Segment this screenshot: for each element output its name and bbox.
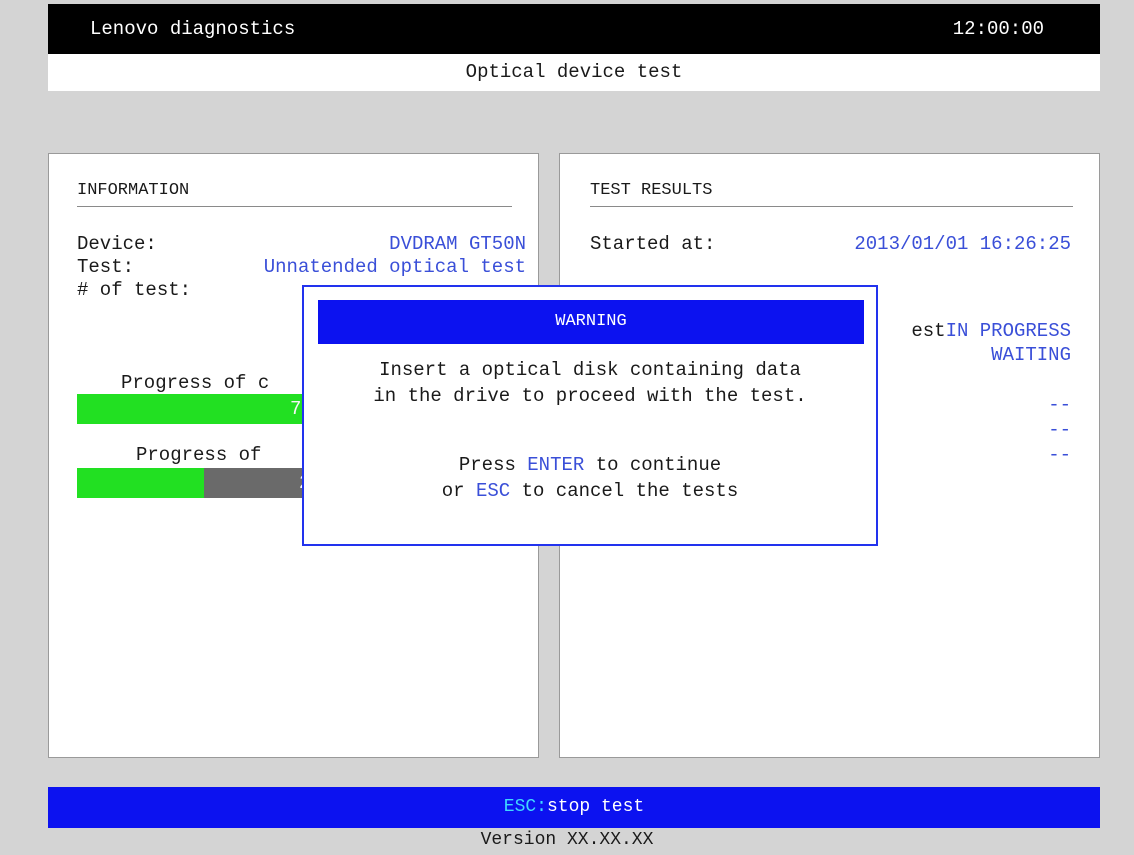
num-test-label: # of test:: [77, 279, 192, 301]
press-enter-instruction: Press ENTER to continue: [304, 454, 876, 476]
esc-key[interactable]: ESC: [476, 480, 510, 502]
device-row: Device: DVDRAM GT50N: [77, 233, 526, 255]
warning-title: WARNING: [318, 300, 864, 344]
footer-bar[interactable]: ESC:stop test: [48, 787, 1100, 828]
footer-esc-key[interactable]: ESC:: [504, 797, 547, 817]
test-results-heading: TEST RESULTS: [590, 181, 1073, 207]
app-title: Lenovo diagnostics: [90, 18, 296, 40]
result-row-1-label: est: [911, 320, 946, 342]
device-label: Device:: [77, 233, 157, 255]
clock: 12:00:00: [952, 18, 1044, 40]
test-value: Unnatended optical test: [263, 256, 526, 278]
or-prefix: or: [441, 480, 476, 502]
test-row: Test: Unnatended optical test: [77, 256, 526, 278]
result-dash-1: --: [1048, 394, 1071, 416]
progress1-label: Progress of c: [121, 372, 270, 394]
test-label: Test:: [77, 256, 135, 278]
result-dash-2: --: [1048, 419, 1071, 441]
title-bar: Lenovo diagnostics 12:00:00: [48, 4, 1100, 54]
device-value: DVDRAM GT50N: [389, 233, 526, 255]
result-row-1-status: IN PROGRESS: [945, 320, 1071, 342]
version-label: Version XX.XX.XX: [480, 830, 654, 850]
progress2-label: Progress of: [136, 444, 262, 466]
press-esc-instruction: or ESC to cancel the tests: [304, 480, 876, 502]
progress2-fill: [77, 468, 204, 498]
started-label: Started at:: [590, 233, 716, 255]
information-heading: INFORMATION: [77, 181, 512, 207]
started-row: Started at: 2013/01/01 16:26:25: [590, 233, 1071, 255]
result-row-2-status: WAITING: [991, 344, 1071, 366]
result-dash-3: --: [1048, 444, 1071, 466]
press-suffix: to continue: [584, 454, 722, 476]
page-title: Optical device test: [48, 54, 1100, 91]
warning-line-2: in the drive to proceed with the test.: [373, 385, 807, 407]
warning-line-1: Insert a optical disk containing data: [379, 359, 801, 381]
press-prefix: Press: [458, 454, 528, 476]
warning-dialog: WARNING Insert a optical disk containing…: [302, 285, 878, 546]
started-value: 2013/01/01 16:26:25: [854, 233, 1071, 255]
or-suffix: to cancel the tests: [510, 480, 739, 502]
footer-action: stop test: [547, 797, 645, 817]
enter-key[interactable]: ENTER: [527, 454, 584, 476]
